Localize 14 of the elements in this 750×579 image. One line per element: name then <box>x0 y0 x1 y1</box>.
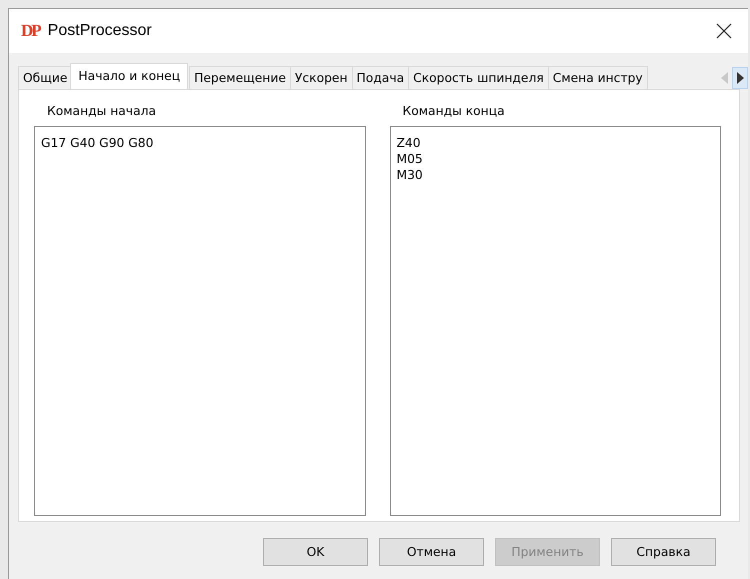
tab[interactable]: Начало и конец <box>70 63 188 89</box>
app-logo: DP <box>21 21 40 41</box>
tab[interactable]: Общие <box>18 66 72 89</box>
field-label: Команды начала <box>46 104 157 118</box>
dialog-button[interactable]: OK <box>263 538 368 566</box>
window-title: PostProcessor <box>48 22 153 40</box>
tab[interactable]: Перемещение <box>189 66 291 89</box>
dialog-button[interactable]: Справка <box>611 538 716 566</box>
dialog-button[interactable]: Отмена <box>379 538 484 566</box>
field-label: Команды конца <box>402 104 506 118</box>
scroll-right-icon[interactable] <box>732 67 748 89</box>
tab[interactable]: Смена инстру <box>548 66 648 89</box>
commands-field[interactable]: Z40 M05 M30 <box>390 126 721 516</box>
commands-field[interactable]: G17 G40 G90 G80 <box>34 126 366 516</box>
